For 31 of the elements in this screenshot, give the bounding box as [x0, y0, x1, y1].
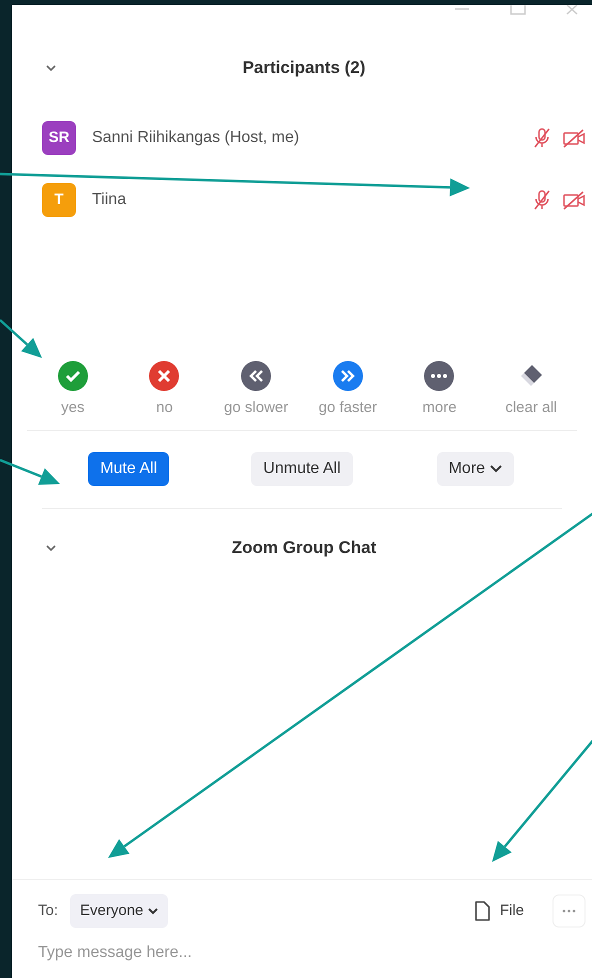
collapse-chevron-icon[interactable]: [44, 63, 58, 73]
participants-action-button[interactable]: More: [436, 452, 514, 486]
caret-icon: [490, 465, 502, 473]
reaction-label: more: [422, 398, 457, 418]
collapse-chevron-icon[interactable]: [44, 542, 58, 552]
recipient-dropdown[interactable]: Everyone: [70, 894, 168, 928]
to-label: To:: [38, 900, 58, 921]
reaction-label: go slower: [224, 398, 288, 418]
participants-action-button[interactable]: Unmute All: [251, 452, 353, 486]
chat-title: Zoom Group Chat: [230, 536, 378, 559]
document-icon: [474, 901, 490, 921]
annotation-arrow: [0, 458, 60, 485]
annotation-arrow: [0, 319, 42, 358]
reaction-label: no: [156, 398, 173, 418]
participant-avatar: T: [42, 183, 76, 217]
file-button[interactable]: File: [470, 900, 528, 922]
cross-icon[interactable]: [149, 361, 180, 391]
participant-name: Tiina: [92, 190, 128, 210]
message-input[interactable]: Type message here...: [38, 936, 586, 970]
more-icon[interactable]: [424, 361, 454, 391]
rewind-icon[interactable]: [241, 361, 272, 391]
participant-avatar: SR: [42, 121, 76, 155]
checkmark-icon[interactable]: [58, 361, 88, 391]
participants-action-button[interactable]: Mute All: [88, 452, 170, 486]
reaction-label: yes: [61, 398, 84, 418]
reaction-label: go faster: [318, 398, 377, 418]
fast-forward-icon[interactable]: [332, 361, 363, 391]
participant-name: Sanni Riihikangas (Host, me): [92, 128, 300, 148]
participants-title: Participants (2): [242, 57, 366, 80]
caret-icon: [148, 908, 158, 914]
reaction-label: clear all: [505, 398, 557, 418]
